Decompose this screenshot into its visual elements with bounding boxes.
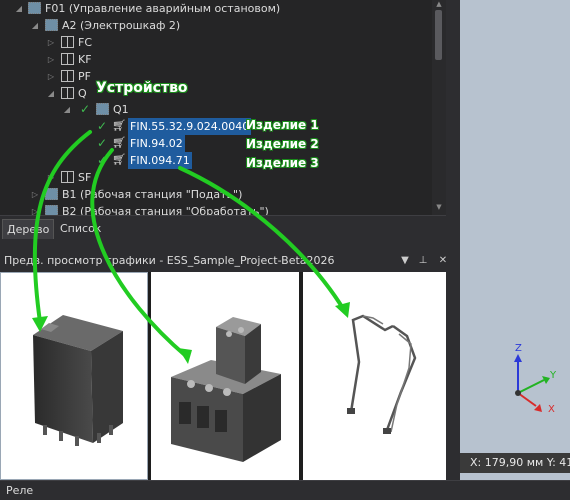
check-icon: ✓ [97,136,108,150]
tree-item-fc[interactable]: ▷ FC [0,34,430,51]
tree-item-label: Q1 [113,103,129,116]
scroll-up-icon[interactable]: ▲ [435,0,443,8]
book-icon [61,36,74,48]
tree-item-b2[interactable]: ▷ B2 (Рабочая станция "Обработать") [0,203,430,215]
cart-icon: 🛒︎ [112,136,126,149]
tab-tree[interactable]: Дерево [2,219,55,239]
tree-item-q[interactable]: ◢ Q [0,85,430,102]
chevron-right-icon[interactable]: ▷ [30,186,40,203]
viewport-splitter[interactable] [446,0,460,480]
tree-item-sf[interactable]: ▷ SF [0,169,430,186]
tree-item-b1[interactable]: ▷ B1 (Рабочая станция "Подать") [0,186,430,203]
coordinate-readout: X: 179,90 мм Y: 416 [470,456,570,469]
coordinate-bar: X: 179,90 мм Y: 416 [460,453,570,473]
tree-item-label: B1 (Рабочая станция "Подать") [62,188,243,201]
tree-item-label: FIN.94.02 [128,135,185,152]
chevron-down-icon[interactable]: ◢ [30,17,40,34]
tree-item-f01[interactable]: ◢ F01 (Управление аварийным остановом) [0,0,430,17]
chevron-down-icon[interactable]: ◢ [46,85,56,102]
callout-item-3: Изделие 3 [246,156,319,170]
module-icon [45,188,58,200]
check-icon: ✓ [97,153,108,167]
book-icon [61,87,74,99]
tree-vertical-scrollbar[interactable]: ▲ ▼ [432,0,446,215]
tree-item-kf[interactable]: ▷ KF [0,51,430,68]
preview-header: Предв. просмотр графики - ESS_Sample_Pro… [0,252,455,270]
tree-item-fin2[interactable]: ✓ 🛒︎ FIN.94.02 [0,135,430,152]
preview-thumbnail-relay[interactable] [0,272,148,480]
relay-image [33,315,123,446]
book-icon [61,70,74,82]
tree-item-label: A2 (Электрошкаф 2) [62,19,181,32]
chevron-right-icon[interactable]: ▷ [30,203,40,215]
socket-image [171,317,281,462]
chevron-right-icon[interactable]: ▷ [46,34,56,51]
check-icon: ✓ [80,102,91,116]
chevron-down-icon[interactable]: ◢ [14,0,24,17]
check-icon: ✓ [97,119,108,133]
preview-thumbnail-socket[interactable] [151,272,299,480]
tree-item-label: B2 (Рабочая станция "Обработать") [62,205,269,215]
pin-icon[interactable]: ⊥ [416,253,430,269]
axis-label-z: Z [515,343,522,354]
tab-list[interactable]: Список [56,219,105,238]
chevron-right-icon[interactable]: ▷ [46,169,56,186]
callout-device: Устройство [96,80,188,96]
project-tree[interactable]: ◢ F01 (Управление аварийным остановом) ◢… [0,0,446,215]
3d-viewport[interactable]: Z Y X [460,0,570,480]
scrollbar-thumb[interactable] [435,10,442,60]
cart-icon: 🛒︎ [112,119,126,132]
callout-item-2: Изделие 2 [246,137,319,151]
tree-item-label: Q [78,87,87,100]
tree-tab-strip: Дерево Список [0,215,446,240]
chevron-right-icon[interactable]: ▷ [46,51,56,68]
tree-item-fin1[interactable]: ✓ 🛒︎ FIN.55.32.9.024.0040 [0,118,430,135]
panel-splitter[interactable] [0,240,455,252]
tree-item-label: KF [78,53,92,66]
tree-item-label: PF [78,70,91,83]
module-icon [28,2,41,14]
book-icon [61,53,74,65]
device-icon [96,103,109,115]
status-text: Реле [6,484,34,497]
tree-item-q1[interactable]: ◢ ✓ Q1 [0,101,430,118]
tree-item-label: FC [78,36,93,49]
menu-dropdown-icon[interactable]: ▼ [398,253,412,269]
axis-label-x: X [548,404,555,415]
tree-item-fin3[interactable]: ✓ 🛒︎ FIN.094.71 [0,152,430,169]
tree-item-label: F01 (Управление аварийным остановом) [45,2,281,15]
tree-item-label: FIN.094.71 [128,152,192,169]
preview-thumbnail-clip[interactable] [303,272,451,480]
status-bar: Реле [0,480,570,500]
tree-item-label: SF [78,171,92,184]
tree-item-label: FIN.55.32.9.024.0040 [128,118,252,135]
preview-title: Предв. просмотр графики - ESS_Sample_Pro… [4,254,335,267]
module-icon [45,205,58,215]
axis-label-y: Y [550,370,557,381]
tree-item-a2[interactable]: ◢ A2 (Электрошкаф 2) [0,17,430,34]
tree-item-pf[interactable]: ▷ PF [0,68,430,85]
module-icon [45,19,58,31]
scroll-down-icon[interactable]: ▼ [435,203,443,211]
chevron-right-icon[interactable]: ▷ [46,68,56,85]
callout-item-1: Изделие 1 [246,118,319,132]
cart-icon: 🛒︎ [112,153,126,166]
book-icon [61,171,74,183]
graphics-preview [0,272,455,480]
chevron-down-icon[interactable]: ◢ [62,101,72,118]
clip-image [347,314,417,434]
